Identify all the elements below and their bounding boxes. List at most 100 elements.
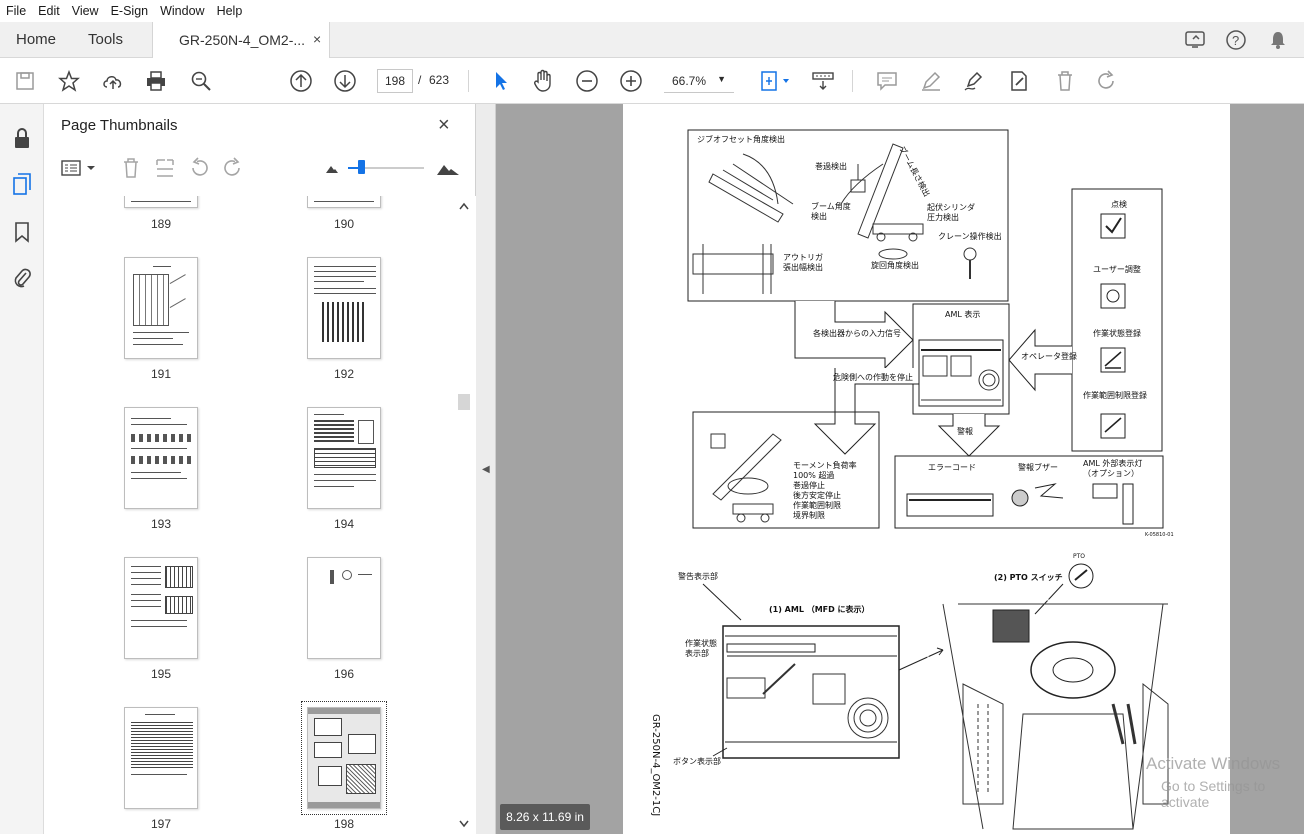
panel-splitter[interactable]: ◀	[476, 104, 496, 834]
thumbnail-label: 189	[150, 217, 172, 231]
hand-tool-icon[interactable]	[530, 68, 556, 94]
select-cursor-icon[interactable]	[488, 68, 514, 94]
tab-bar: Home Tools GR-250N-4_OM2-... × ?	[0, 22, 1304, 58]
label-check: 点検	[1111, 199, 1127, 209]
rotate-left-icon[interactable]	[188, 156, 210, 180]
share-screen-icon[interactable]	[1183, 28, 1207, 52]
thumbnail-size-slider[interactable]	[348, 156, 424, 180]
print-icon[interactable]	[143, 68, 169, 94]
menu-bar: File Edit View E-Sign Window Help	[0, 0, 1304, 22]
zoom-level-select[interactable]: 66.7% ▼	[664, 69, 734, 93]
next-page-icon[interactable]	[332, 68, 358, 94]
label-derrick-cyl: 起伏シリンダ圧力検出	[927, 202, 975, 222]
thumbnail-label: 191	[150, 367, 172, 381]
menu-file[interactable]: File	[0, 4, 32, 18]
rotate-right-icon[interactable]	[222, 156, 244, 180]
svg-text:?: ?	[1232, 33, 1239, 48]
highlight-pen-icon[interactable]	[918, 68, 944, 94]
label-user-adjust: ユーザー調整	[1093, 264, 1141, 274]
menu-view[interactable]: View	[66, 4, 105, 18]
thumbnail-label: 197	[150, 817, 172, 831]
label-aml-mfd: (1) AML （MFD に表示）	[769, 604, 870, 614]
page-size-indicator: 8.26 x 11.69 in	[500, 804, 590, 830]
page-diagram: ジブオフセット角度検出 巻過検出 ブーム長さ検出 ブーム角度検出 起伏シリンダ圧…	[650, 129, 1174, 830]
page-thumbnail-197[interactable]	[124, 707, 198, 809]
label-outrigger: アウトリガ張出幅検出	[783, 252, 823, 272]
page-thumbnail-194[interactable]	[307, 407, 381, 509]
tab-document-label: GR-250N-4_OM2-...	[179, 32, 306, 48]
menu-window[interactable]: Window	[154, 4, 210, 18]
page-thumbnail-192[interactable]	[307, 257, 381, 359]
thumbnail-label: 194	[333, 517, 355, 531]
bookmarks-icon[interactable]	[10, 220, 34, 244]
thumbnail-options-icon[interactable]	[60, 156, 98, 180]
menu-esign[interactable]: E-Sign	[105, 4, 155, 18]
main-toolbar: 198 / 623 66.7% ▼	[0, 58, 1304, 104]
pdf-page: ジブオフセット角度検出 巻過検出 ブーム長さ検出 ブーム角度検出 起伏シリンダ圧…	[623, 104, 1230, 834]
label-boom-angle: ブーム角度検出	[811, 201, 851, 221]
label-work-state-reg: 作業状態登録	[1093, 328, 1141, 338]
delete-icon[interactable]	[1052, 68, 1078, 94]
page-thumbnail-189[interactable]	[124, 196, 198, 208]
sign-pen-icon[interactable]	[961, 68, 987, 94]
panel-close-button[interactable]: ×	[438, 114, 450, 137]
fit-page-icon[interactable]	[756, 68, 792, 94]
redo-icon[interactable]	[1094, 68, 1120, 94]
tab-close-button[interactable]: ×	[313, 31, 321, 47]
label-work-state-area: 作業状態表示部	[685, 638, 717, 658]
label-inputs: 各検出器からの入力信号	[813, 328, 901, 338]
help-icon[interactable]: ?	[1224, 28, 1248, 52]
thumbnail-label: 198	[333, 817, 355, 831]
panel-title: Page Thumbnails	[61, 117, 178, 134]
label-jib-offset: ジブオフセット角度検出	[697, 134, 785, 144]
tab-document[interactable]: GR-250N-4_OM2-... ×	[152, 22, 330, 58]
label-warning-area: 警告表示部	[678, 571, 718, 581]
page-thumbnail-195[interactable]	[124, 557, 198, 659]
tab-home[interactable]: Home	[16, 31, 56, 48]
page-thumbnails-panel: Page Thumbnails × 189 190 191 192 193 19…	[44, 104, 476, 834]
small-thumbnail-icon[interactable]	[324, 156, 340, 180]
search-zoom-icon[interactable]	[188, 68, 214, 94]
page-thumbnail-190[interactable]	[307, 196, 381, 208]
zoom-in-icon[interactable]	[618, 68, 644, 94]
edit-document-icon[interactable]	[1006, 68, 1032, 94]
label-error-code: エラーコード	[928, 463, 976, 472]
bookmark-star-icon[interactable]	[56, 68, 82, 94]
label-pto: PTO	[1073, 553, 1085, 560]
thumbnail-label: 190	[333, 217, 355, 231]
page-thumbnail-198[interactable]	[307, 707, 381, 809]
tab-tools[interactable]: Tools	[88, 31, 123, 48]
collapse-panel-icon[interactable]: ◀	[482, 464, 490, 475]
attachments-icon[interactable]	[10, 266, 34, 290]
thumbnail-list: 189 190 191 192 193 194 195 196 197 198	[44, 196, 454, 834]
page-thumbnail-191[interactable]	[124, 257, 198, 359]
document-view[interactable]: ジブオフセット角度検出 巻過検出 ブーム長さ検出 ブーム角度検出 起伏シリンダ圧…	[496, 104, 1304, 834]
label-swing-angle: 旋回角度検出	[871, 260, 919, 270]
previous-page-icon[interactable]	[288, 68, 314, 94]
notification-bell-icon[interactable]	[1266, 28, 1290, 52]
label-work-range-reg: 作業範囲制限登録	[1083, 390, 1147, 400]
zoom-out-icon[interactable]	[574, 68, 600, 94]
scroll-up-icon	[459, 202, 469, 210]
save-icon[interactable]	[12, 68, 38, 94]
scrollbar-thumb[interactable]	[458, 394, 470, 410]
label-operator-reg: オペレータ登録	[1021, 351, 1077, 361]
menu-edit[interactable]: Edit	[32, 4, 66, 18]
label-aml-display: AML 表示	[945, 309, 980, 319]
page-thumbnail-196[interactable]	[307, 557, 381, 659]
delete-page-icon[interactable]	[120, 156, 142, 180]
large-thumbnail-icon[interactable]	[436, 156, 460, 180]
page-number-input[interactable]: 198	[377, 69, 413, 93]
menu-help[interactable]: Help	[211, 4, 249, 18]
upload-cloud-icon[interactable]	[100, 68, 126, 94]
page-thumbnail-193[interactable]	[124, 407, 198, 509]
activate-windows-subtext: Go to Settings to activate	[1161, 778, 1266, 810]
extract-page-icon[interactable]	[154, 156, 176, 180]
scroll-mode-icon[interactable]	[810, 68, 836, 94]
label-alarm-buzzer: 警報ブザー	[1018, 462, 1058, 472]
page-thumbnails-icon[interactable]	[10, 172, 34, 196]
comment-icon[interactable]	[874, 68, 900, 94]
thumbnail-scrollbar[interactable]	[454, 196, 476, 834]
lock-icon[interactable]	[10, 126, 34, 150]
total-pages: 623	[429, 73, 450, 87]
